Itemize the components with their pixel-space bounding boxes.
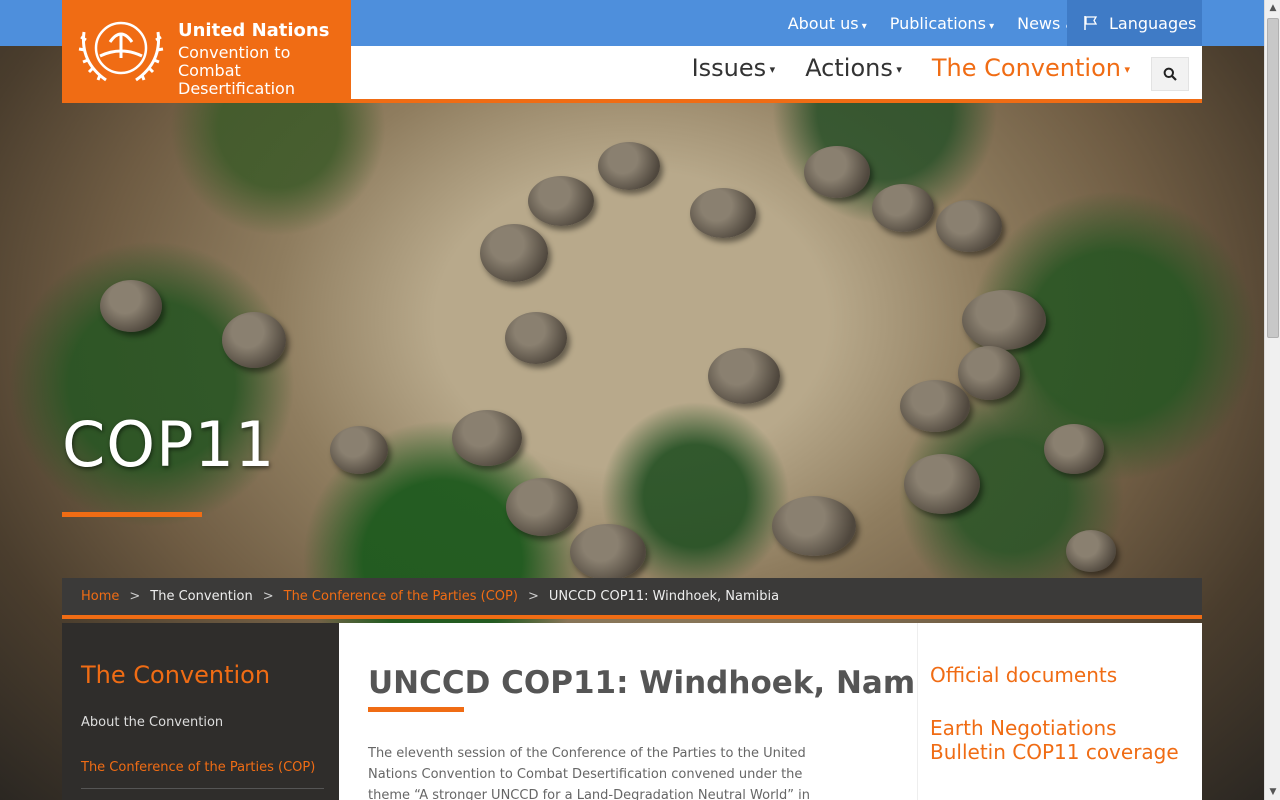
hut	[505, 312, 567, 364]
hero-title-underline	[62, 512, 202, 517]
breadcrumb-separator: >	[262, 589, 274, 604]
hut	[958, 346, 1020, 400]
hut	[598, 142, 660, 190]
hut	[570, 524, 646, 580]
link-enb-cop11-coverage[interactable]: Earth Negotiations Bulletin COP11 covera…	[930, 716, 1190, 764]
un-emblem-icon	[78, 21, 164, 82]
hut	[708, 348, 780, 404]
page-hero-title: COP11	[62, 408, 276, 481]
nav-issues[interactable]: Issues	[692, 54, 776, 82]
link-official-documents[interactable]: Official documents	[930, 663, 1190, 687]
hut	[904, 454, 980, 514]
scroll-up-icon[interactable]: ▲	[1265, 0, 1280, 16]
scrollbar-thumb[interactable]	[1267, 18, 1279, 338]
main-content: UNCCD COP11: Windhoek, Namibia The eleve…	[339, 623, 979, 800]
hut	[690, 188, 756, 238]
nav-actions[interactable]: Actions	[805, 54, 902, 82]
sidebar-divider	[81, 788, 324, 789]
main-nav: Issues Actions The Convention	[662, 54, 1130, 82]
hut	[528, 176, 594, 226]
hut	[772, 496, 856, 556]
site-logo[interactable]: United Nations Convention to Combat Dese…	[62, 0, 351, 103]
related-links-panel: Official documents Earth Negotiations Bu…	[917, 623, 1202, 800]
breadcrumb-separator: >	[129, 589, 141, 604]
hut	[1044, 424, 1104, 474]
nav-about-us[interactable]: About us	[788, 14, 867, 33]
flag-icon	[1084, 16, 1098, 30]
sidebar-item-about-the-convention[interactable]: About the Convention	[81, 715, 223, 730]
page-title: UNCCD COP11: Windhoek, Namibia	[368, 665, 980, 701]
breadcrumb-the-convention: The Convention	[150, 589, 253, 604]
sidebar-title[interactable]: The Convention	[81, 661, 270, 689]
nav-publications[interactable]: Publications	[890, 14, 994, 33]
hut	[900, 380, 970, 432]
hut	[936, 200, 1002, 252]
hut	[480, 224, 548, 282]
sidebar-item-cop[interactable]: The Conference of the Parties (COP)	[81, 760, 315, 775]
page-title-underline	[368, 707, 464, 712]
breadcrumb-separator: >	[527, 589, 539, 604]
languages-button[interactable]: Languages	[1067, 0, 1202, 46]
search-button[interactable]	[1151, 57, 1189, 91]
breadcrumb-home[interactable]: Home	[81, 589, 119, 604]
breadcrumb-current: UNCCD COP11: Windhoek, Namibia	[548, 589, 780, 604]
breadcrumb: Home > The Convention > The Conference o…	[62, 578, 1202, 619]
breadcrumb-cop[interactable]: The Conference of the Parties (COP)	[284, 589, 518, 604]
hut	[872, 184, 934, 232]
logo-title: United Nations	[178, 20, 330, 41]
intro-paragraph: The eleventh session of the Conference o…	[368, 746, 811, 800]
search-icon	[1163, 67, 1177, 81]
nav-the-convention[interactable]: The Convention	[932, 54, 1130, 82]
languages-label: Languages	[1109, 13, 1197, 33]
main-nav-bar: Issues Actions The Convention	[351, 46, 1202, 103]
scroll-down-icon[interactable]: ▼	[1265, 784, 1280, 800]
logo-subtitle: Convention to Combat Desertification	[178, 43, 295, 98]
hut	[962, 290, 1046, 350]
sidebar: The Convention About the Convention The …	[62, 623, 339, 800]
hut	[1066, 530, 1116, 572]
page-scrollbar[interactable]: ▲ ▼	[1264, 0, 1280, 800]
hut	[804, 146, 870, 198]
hut	[100, 280, 162, 332]
hut	[452, 410, 522, 466]
hut	[330, 426, 388, 474]
hut	[222, 312, 286, 368]
hut	[506, 478, 578, 536]
